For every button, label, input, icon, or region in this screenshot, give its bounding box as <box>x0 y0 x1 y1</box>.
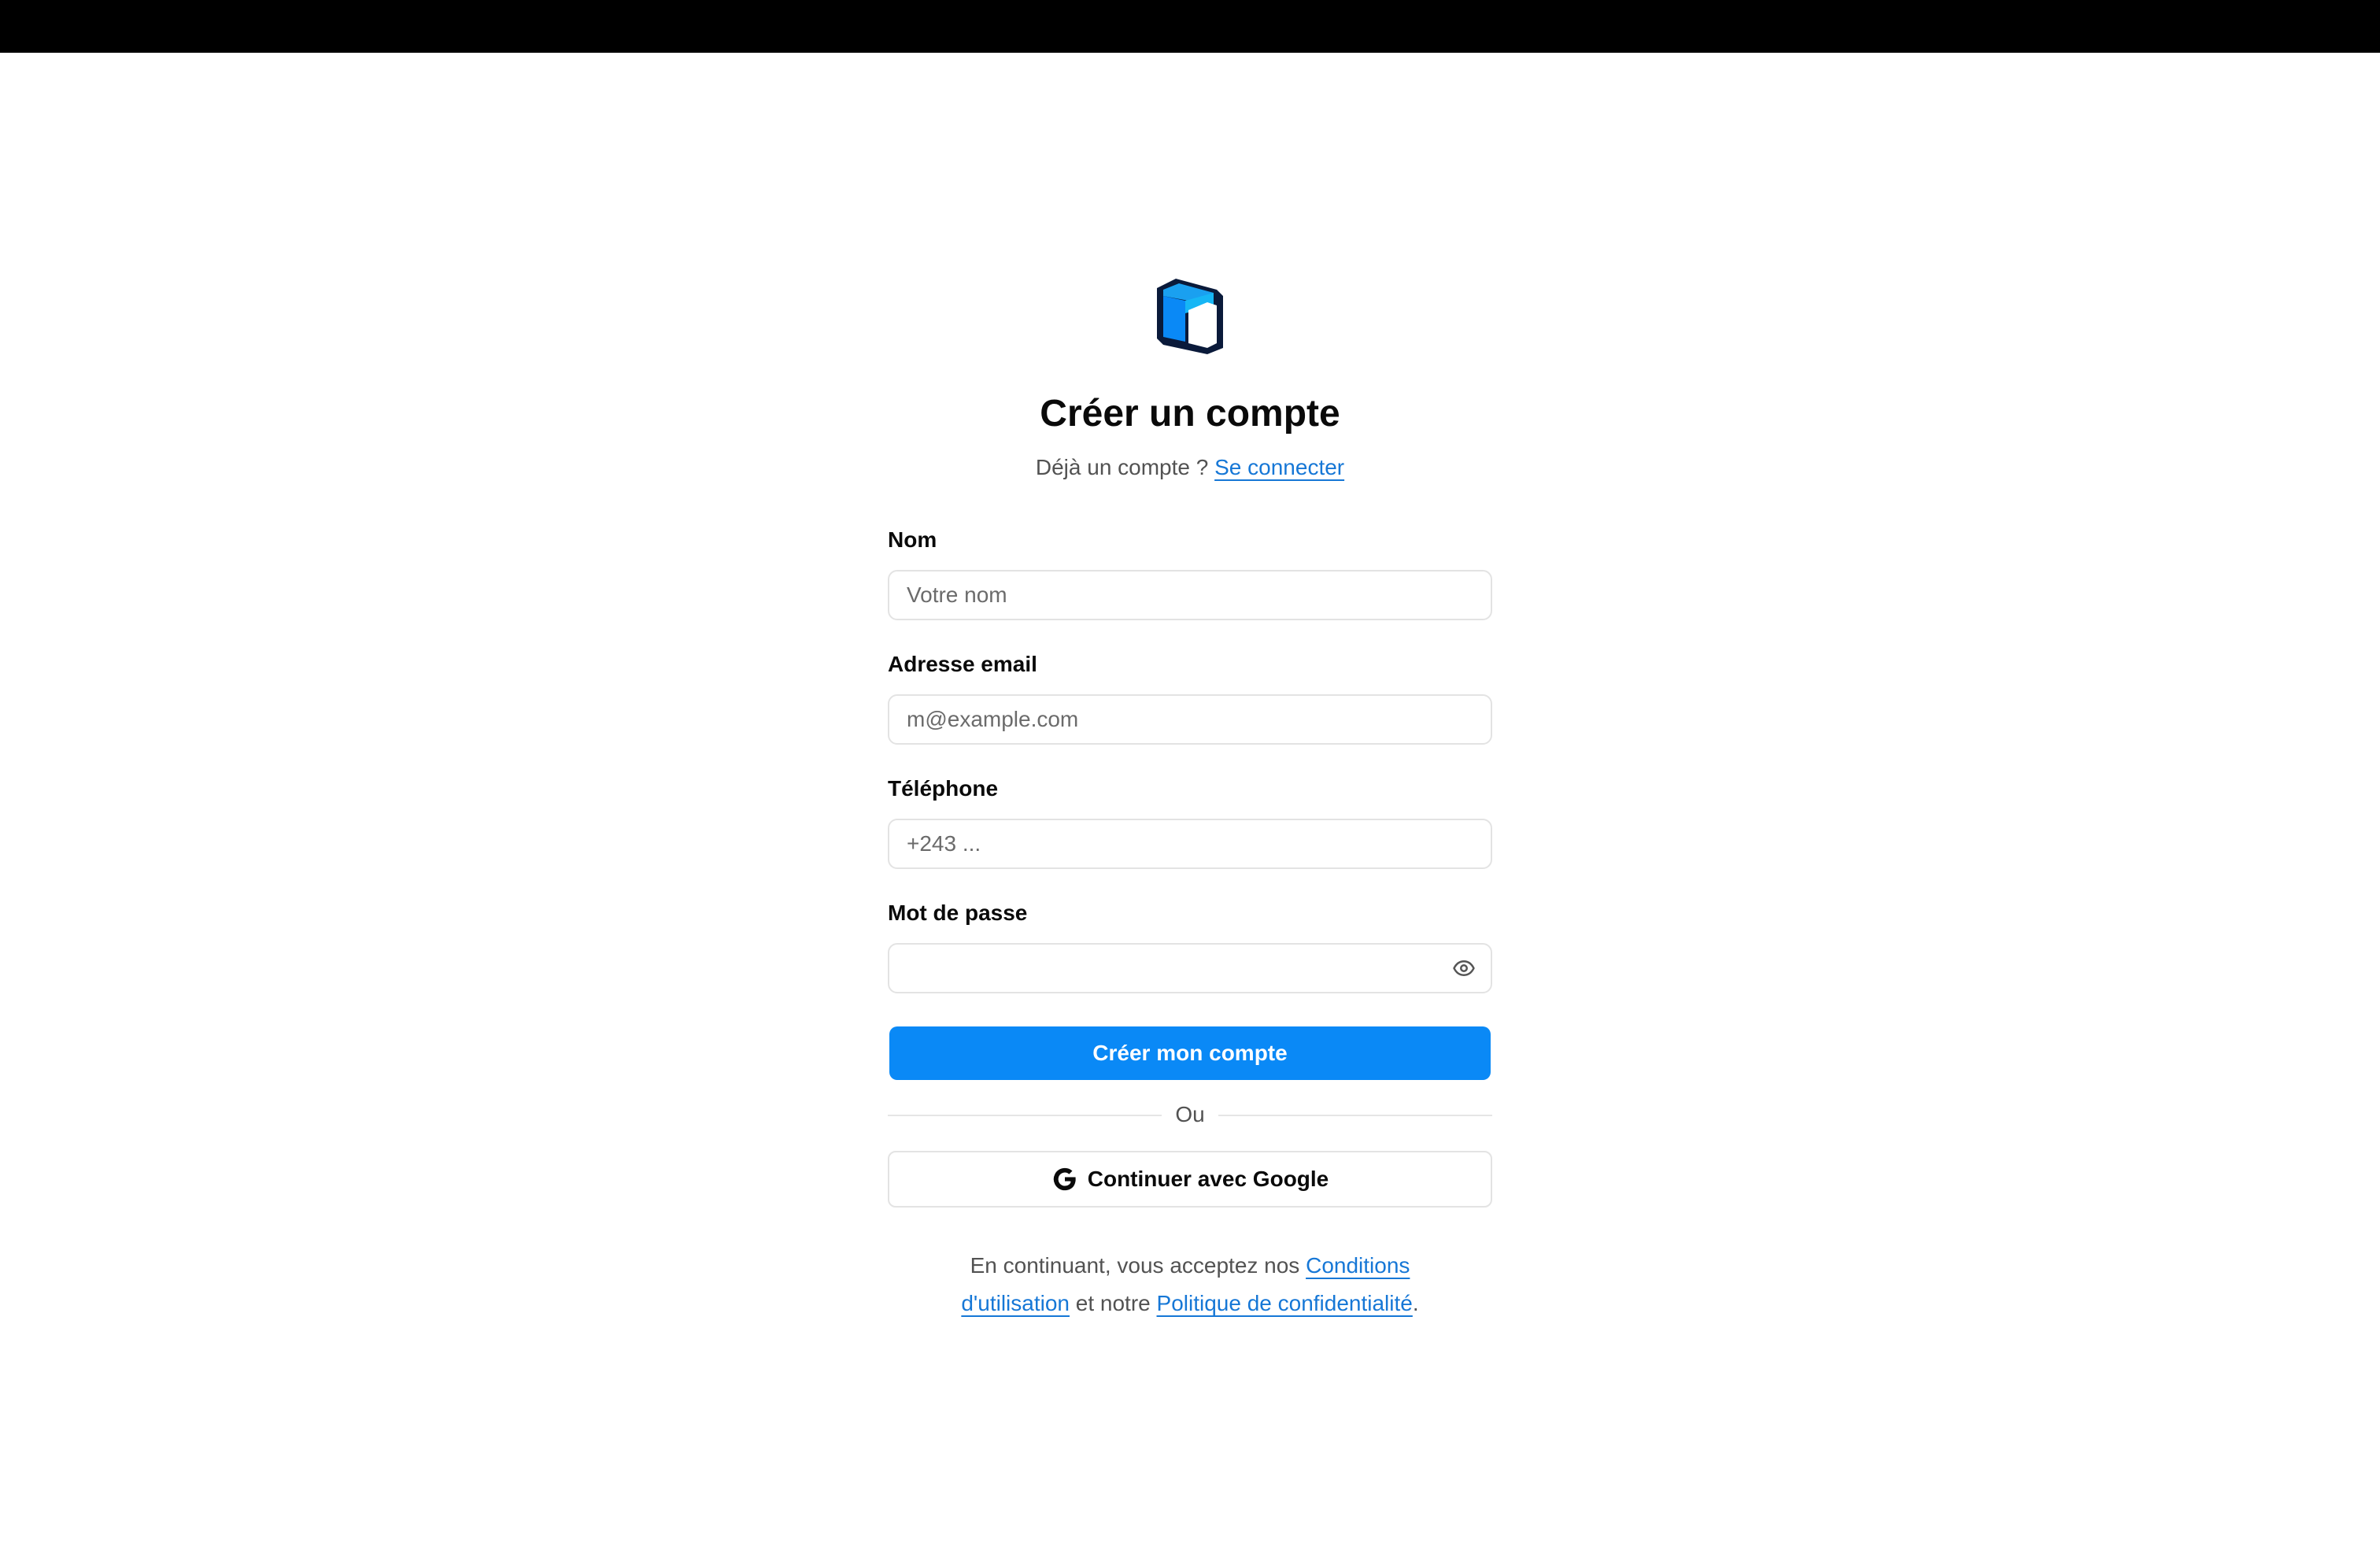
google-button-label: Continuer avec Google <box>1087 1167 1329 1191</box>
phone-input[interactable] <box>888 819 1492 869</box>
top-bar <box>0 0 2380 53</box>
signin-prompt: Déjà un compte ? Se connecter <box>888 452 1492 483</box>
or-divider: Ou <box>888 1099 1492 1130</box>
phone-label: Téléphone <box>888 776 999 801</box>
divider-label: Ou <box>1175 1102 1205 1126</box>
create-account-button[interactable]: Créer mon compte <box>889 1026 1491 1080</box>
signin-prompt-text: Déjà un compte ? <box>1035 455 1209 479</box>
terms-suffix: . <box>1412 1291 1419 1315</box>
email-label: Adresse email <box>888 652 1037 676</box>
google-signin-button[interactable]: Continuer avec Google <box>888 1151 1492 1208</box>
terms-prefix: En continuant, vous acceptez nos <box>970 1253 1300 1278</box>
password-visibility-toggle[interactable] <box>1447 951 1481 986</box>
name-input[interactable] <box>888 570 1492 620</box>
signin-link[interactable]: Se connecter <box>1214 455 1344 479</box>
name-label: Nom <box>888 527 937 552</box>
terms-middle: et notre <box>1075 1291 1151 1315</box>
eye-icon <box>1453 960 1475 976</box>
password-input[interactable] <box>888 943 1492 993</box>
privacy-policy-link[interactable]: Politique de confidentialité <box>1157 1291 1413 1315</box>
page-title: Créer un compte <box>1040 393 1340 435</box>
google-g-icon <box>1053 1167 1076 1191</box>
password-label: Mot de passe <box>888 901 1028 925</box>
email-input[interactable] <box>888 694 1492 745</box>
cube-logo-icon <box>1157 279 1223 354</box>
terms-notice: En continuant, vous acceptez nos Conditi… <box>938 1247 1442 1322</box>
